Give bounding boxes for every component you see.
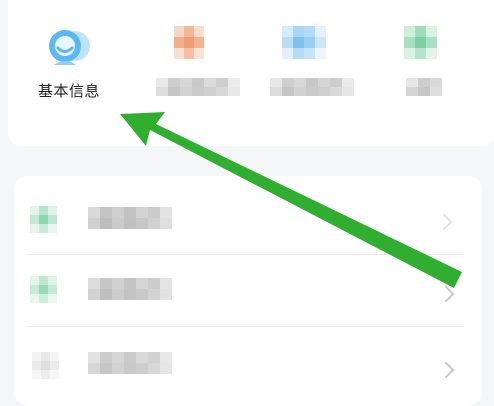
blue-icon	[282, 26, 326, 59]
grid-item-obscured-orange[interactable]	[146, 26, 246, 116]
grid-item-label: 基本信息	[38, 82, 101, 100]
divider	[28, 254, 464, 255]
user-profile-icon	[44, 26, 90, 70]
gray-icon	[32, 352, 59, 379]
grid-item-basic-info[interactable]: 基本信息	[34, 26, 124, 116]
obscured-label	[156, 78, 240, 96]
settings-list-card	[14, 176, 482, 406]
chevron-right-icon	[435, 213, 453, 231]
quick-access-card: 基本信息	[8, 0, 494, 146]
orange-icon	[174, 26, 204, 59]
obscured-label	[88, 207, 172, 229]
green-icon	[404, 26, 437, 59]
obscured-label	[88, 352, 172, 374]
obscured-label	[270, 78, 354, 96]
green-icon	[30, 276, 57, 303]
chevron-right-icon	[437, 361, 455, 379]
list-item[interactable]	[14, 266, 482, 316]
divider	[28, 326, 464, 327]
obscured-label	[88, 278, 172, 300]
grid-item-obscured-blue[interactable]	[262, 26, 362, 116]
grid-item-obscured-green[interactable]	[388, 26, 488, 116]
green-icon	[30, 206, 57, 233]
list-item[interactable]	[14, 196, 482, 246]
obscured-label	[406, 78, 442, 96]
chevron-right-icon	[437, 285, 455, 303]
